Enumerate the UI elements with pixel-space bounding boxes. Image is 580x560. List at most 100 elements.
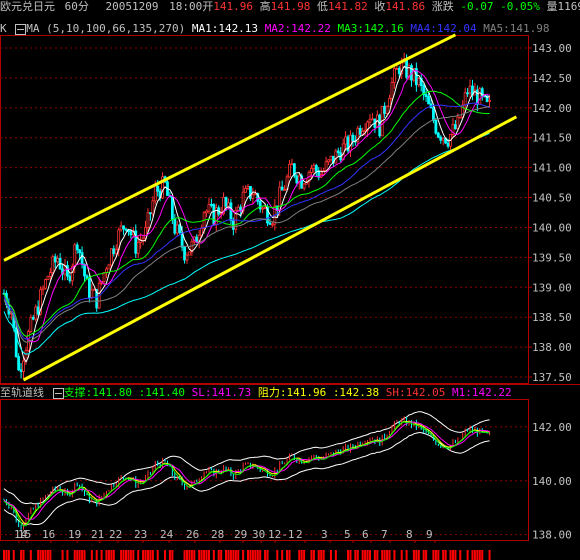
candle-body — [253, 193, 257, 196]
volume-bar — [381, 550, 384, 560]
volume-bar — [481, 550, 484, 560]
candle-body — [148, 212, 152, 215]
volume-bar — [310, 550, 313, 560]
main-y-tick-label: 139.50 — [532, 251, 572, 264]
candle-body — [251, 194, 255, 199]
volume-bar — [149, 550, 152, 560]
volume-bar — [229, 550, 232, 560]
candle-body — [268, 222, 272, 225]
x-tick-label: 5 — [344, 528, 351, 541]
volume-bar — [444, 550, 447, 560]
volume-bar — [207, 550, 210, 560]
volume-bar — [437, 550, 440, 560]
candle-body — [22, 360, 25, 372]
candle-body — [383, 105, 387, 114]
candle-body — [258, 200, 262, 210]
volume-bar — [122, 550, 125, 560]
x-tick-label: 22 — [109, 528, 122, 541]
volume-bar — [320, 550, 323, 560]
volume-bar — [442, 550, 445, 560]
candle-body — [136, 242, 140, 254]
volume-bar — [388, 550, 391, 560]
volume-bar — [37, 550, 40, 560]
candle-body — [288, 163, 291, 178]
volume-bar — [49, 550, 52, 560]
candle-body — [478, 88, 482, 105]
candle-body — [390, 82, 394, 99]
x-tick-label: 9 — [426, 528, 433, 541]
price-chart[interactable]: 143.00 142.50 142.00 141.50 141.00 140.50 140.… — [0, 0, 580, 560]
candle-body — [278, 186, 282, 211]
volume-bar — [5, 550, 8, 560]
volume-bar — [369, 550, 371, 560]
candle-body — [29, 317, 33, 332]
candle-body — [349, 134, 352, 152]
candle-body — [207, 203, 211, 212]
candle-body — [173, 218, 177, 234]
volume-bar — [405, 550, 408, 560]
volume-bar — [288, 550, 291, 560]
x-tick-label: 15 — [18, 528, 31, 541]
candle-body — [368, 118, 372, 123]
candle-body — [151, 200, 155, 215]
volume-bar — [190, 550, 193, 560]
x-tick-label: 3 — [321, 528, 328, 541]
candle-body — [31, 317, 35, 320]
ma2-line — [3, 70, 490, 343]
volume-bar — [417, 550, 420, 560]
volume-bar — [247, 550, 249, 560]
volume-bar — [393, 550, 396, 560]
candle-body — [19, 369, 23, 372]
candle-body — [44, 279, 47, 289]
volume-bar — [132, 550, 135, 560]
volume-bar — [12, 550, 15, 560]
volume-bar — [168, 550, 171, 560]
x-tick-label: 16 — [42, 528, 55, 541]
volume-bar — [137, 550, 140, 560]
candle-body — [314, 165, 318, 172]
candle-body — [122, 225, 125, 230]
volume-bar — [466, 550, 469, 560]
candle-body — [112, 248, 116, 254]
candle-body — [263, 207, 267, 210]
volume-bar — [349, 550, 352, 560]
main-y-tick-label: 140.00 — [532, 221, 572, 234]
volume-bar — [322, 550, 325, 560]
candle-body — [80, 252, 84, 265]
candle-body — [90, 289, 94, 298]
candle-body — [175, 224, 179, 234]
candle-body — [344, 136, 348, 145]
volume-bar — [212, 550, 215, 560]
volume-bar — [44, 550, 47, 560]
volume-bar — [142, 550, 145, 560]
volume-bar — [125, 550, 127, 560]
volume-bar — [127, 550, 130, 560]
volume-bar — [112, 550, 115, 560]
x-tick-label: 2 — [296, 528, 303, 541]
volume-bar — [303, 550, 306, 560]
x-tick-label: 21 — [91, 528, 104, 541]
candle-body — [170, 196, 174, 220]
candle-body — [417, 78, 421, 86]
candle-body — [36, 306, 40, 315]
candle-body — [456, 116, 460, 130]
candle-body — [446, 142, 450, 147]
volume-bar — [81, 550, 84, 560]
candle-body — [427, 96, 430, 105]
candle-body — [124, 228, 128, 231]
sub-y-tick-label: 140.00 — [532, 475, 572, 488]
volume-bar — [225, 550, 228, 560]
candle-body — [336, 150, 340, 154]
volume-bar — [254, 550, 257, 560]
candle-body — [209, 203, 213, 206]
volume-bar — [73, 550, 76, 560]
volume-bar — [400, 550, 403, 560]
candle-body — [361, 130, 365, 135]
volume-bar — [100, 550, 103, 560]
main-y-tick-label: 138.00 — [532, 341, 572, 354]
volume-bar — [232, 550, 235, 560]
volume-bar — [432, 550, 435, 560]
volume-bar — [146, 550, 149, 560]
volume-bar — [386, 550, 389, 560]
candle-body — [441, 137, 445, 141]
